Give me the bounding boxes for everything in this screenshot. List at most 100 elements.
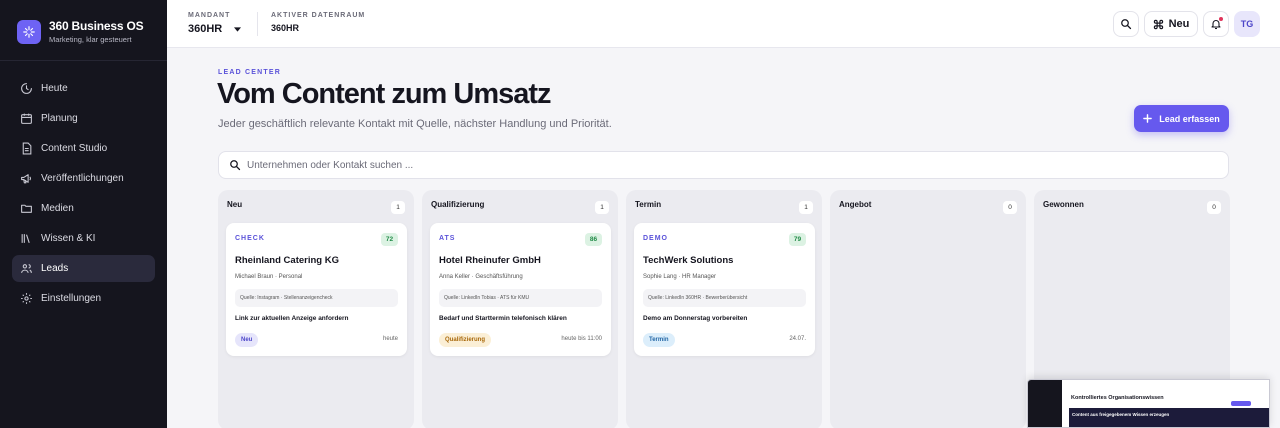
sidebar-nav: Heute Planung Content Studio Veröffentli… <box>12 75 155 315</box>
brand[interactable]: 360 Business OS Marketing, klar gesteuer… <box>17 19 144 44</box>
lead-card[interactable]: ATS 86 Hotel Rheinufer GmbH Anna Keller … <box>430 223 611 356</box>
sidebar: 360 Business OS Marketing, klar gesteuer… <box>0 0 167 428</box>
window-preview-thumbnail[interactable]: Kontrolliertes Organisationswissen Conte… <box>1027 379 1270 428</box>
search-input[interactable] <box>247 159 1147 171</box>
datenraum-value: 360HR <box>271 23 300 33</box>
column-angebot: Angebot 0 <box>830 190 1026 428</box>
caret-down-icon <box>234 26 242 32</box>
column-title: Gewonnen <box>1043 200 1084 209</box>
preview-sidebar <box>1028 380 1062 427</box>
lead-due: heute bis 11:00 <box>561 336 602 342</box>
gear-icon <box>20 292 33 305</box>
column-count: 1 <box>799 201 813 214</box>
lead-company: Rheinland Catering KG <box>235 255 339 266</box>
lead-company: Hotel Rheinufer GmbH <box>439 255 541 266</box>
bell-icon <box>1210 17 1223 30</box>
lead-search[interactable] <box>218 151 1229 179</box>
document-icon <box>20 142 33 155</box>
megaphone-icon <box>20 172 33 185</box>
sidebar-item-content-studio[interactable]: Content Studio <box>12 135 155 162</box>
sidebar-item-heute[interactable]: Heute <box>12 75 155 102</box>
topbar-divider <box>257 12 258 36</box>
new-button[interactable]: Neu <box>1144 11 1198 37</box>
column-count: 1 <box>391 201 405 214</box>
preview-button <box>1231 401 1251 406</box>
lead-company: TechWerk Solutions <box>643 255 734 266</box>
lead-source: Quelle: LinkedIn Tobias · ATS für KMU <box>439 289 602 307</box>
column-count: 1 <box>595 201 609 214</box>
brand-tagline: Marketing, klar gesteuert <box>49 35 132 44</box>
page-title: Vom Content zum Umsatz <box>217 78 552 110</box>
column-title: Termin <box>635 200 662 209</box>
search-icon <box>1120 18 1132 30</box>
sidebar-item-label: Wissen & KI <box>41 233 96 244</box>
sidebar-item-wissen-ki[interactable]: Wissen & KI <box>12 225 155 252</box>
preview-hero: Content aus freigegebenem Wissen erzeuge… <box>1069 408 1269 427</box>
sidebar-item-medien[interactable]: Medien <box>12 195 155 222</box>
sidebar-item-planung[interactable]: Planung <box>12 105 155 132</box>
notifications-button[interactable] <box>1203 11 1229 37</box>
new-button-label: Neu <box>1168 18 1190 30</box>
column-qualifizierung: Qualifizierung 1 ATS 86 Hotel Rheinufer … <box>422 190 618 428</box>
users-icon <box>20 262 33 275</box>
lead-source: Quelle: Instagram · Stellenanzeigencheck <box>235 289 398 307</box>
avatar[interactable]: TG <box>1234 11 1260 37</box>
sidebar-item-label: Medien <box>41 203 74 214</box>
sidebar-item-label: Content Studio <box>41 143 108 154</box>
library-icon <box>20 232 33 245</box>
lead-score: 86 <box>585 233 602 246</box>
lead-card[interactable]: CHECK 72 Rheinland Catering KG Michael B… <box>226 223 407 356</box>
add-lead-button[interactable]: Lead erfassen <box>1134 105 1229 132</box>
preview-hero-text: Content aus freigegebenem Wissen erzeuge… <box>1072 412 1170 417</box>
sidebar-item-label: Heute <box>41 83 68 94</box>
folder-icon <box>20 202 33 215</box>
lead-stage-badge: Qualifizierung <box>439 333 492 347</box>
calendar-icon <box>20 112 33 125</box>
sidebar-divider <box>0 60 167 61</box>
column-title: Angebot <box>839 200 872 209</box>
page-eyebrow: LEAD CENTER <box>218 69 281 76</box>
page-subtitle: Jeder geschäftlich relevante Kontakt mit… <box>218 118 612 130</box>
datenraum-info: AKTIVER DATENRAUM 360HR <box>271 12 365 33</box>
topbar: MANDANT 360HR AKTIVER DATENRAUM 360HR Ne… <box>167 0 1280 48</box>
brand-name: 360 Business OS <box>49 19 144 33</box>
column-count: 0 <box>1003 201 1017 214</box>
lead-due: 24.07. <box>789 336 806 342</box>
lead-contact: Anna Keller · Geschäftsführung <box>439 274 523 280</box>
sidebar-item-veroeffentlichungen[interactable]: Veröffentlichungen <box>12 165 155 192</box>
lead-tag: CHECK <box>235 235 265 242</box>
lead-next-action: Link zur aktuellen Anzeige anfordern <box>235 315 349 322</box>
add-lead-label: Lead erfassen <box>1159 113 1220 124</box>
lead-card[interactable]: DEMO 79 TechWerk Solutions Sophie Lang ·… <box>634 223 815 356</box>
search-icon <box>229 159 241 171</box>
sidebar-item-label: Veröffentlichungen <box>41 173 124 184</box>
lead-stage-badge: Termin <box>643 333 675 347</box>
mandant-selector[interactable]: MANDANT 360HR <box>188 12 242 35</box>
lead-source: Quelle: LinkedIn 360HR · Bewerberübersic… <box>643 289 806 307</box>
mandant-label: MANDANT <box>188 12 231 19</box>
sidebar-item-label: Planung <box>41 113 78 124</box>
mandant-value: 360HR <box>188 23 223 35</box>
sidebar-item-label: Einstellungen <box>41 293 102 304</box>
lead-contact: Michael Braun · Personal <box>235 274 303 280</box>
lead-next-action: Bedarf und Starttermin telefonisch kläre… <box>439 315 567 322</box>
sparkle-logo-icon <box>17 19 41 44</box>
column-title: Neu <box>227 200 243 209</box>
lead-contact: Sophie Lang · HR Manager <box>643 274 717 280</box>
lead-next-action: Demo am Donnerstag vorbereiten <box>643 315 748 322</box>
datenraum-label: AKTIVER DATENRAUM <box>271 12 366 19</box>
notification-dot <box>1219 17 1223 21</box>
search-button[interactable] <box>1113 11 1139 37</box>
lead-score: 72 <box>381 233 398 246</box>
preview-title: Kontrolliertes Organisationswissen <box>1071 395 1164 401</box>
command-icon <box>1153 19 1164 30</box>
lead-score: 79 <box>789 233 806 246</box>
plus-icon <box>1143 114 1153 123</box>
column-title: Qualifizierung <box>431 200 485 209</box>
lead-tag: ATS <box>439 235 456 242</box>
activity-icon <box>20 82 33 95</box>
sidebar-item-einstellungen[interactable]: Einstellungen <box>12 285 155 312</box>
sidebar-item-leads[interactable]: Leads <box>12 255 155 282</box>
lead-stage-badge: Neu <box>235 333 259 347</box>
column-termin: Termin 1 DEMO 79 TechWerk Solutions Soph… <box>626 190 822 428</box>
